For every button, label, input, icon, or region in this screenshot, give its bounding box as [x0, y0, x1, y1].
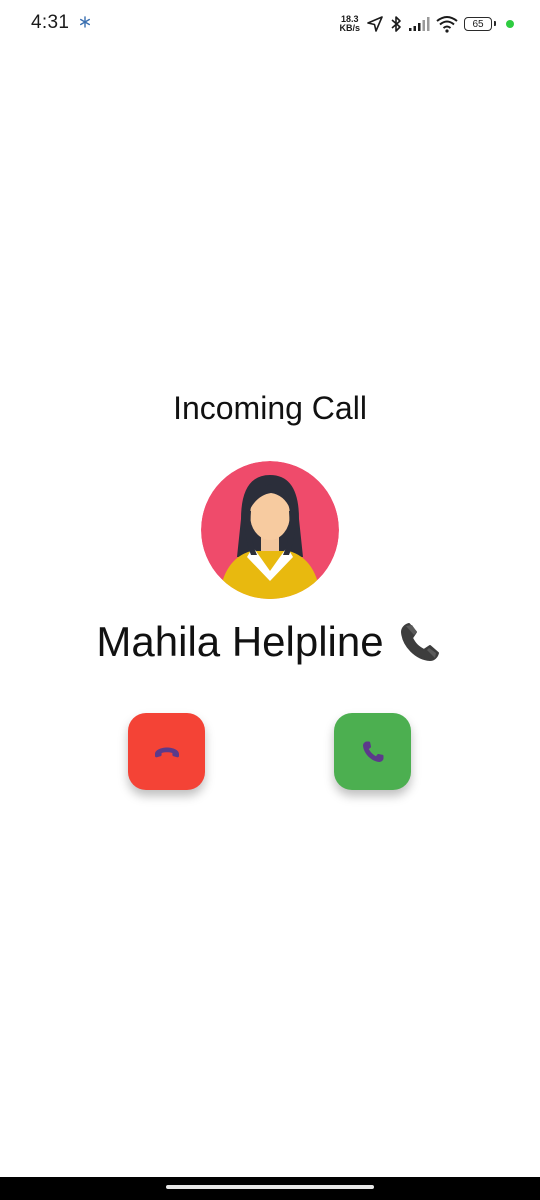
status-icons: 18.3 KB/s 65	[339, 12, 514, 36]
decline-call-button[interactable]	[128, 713, 205, 790]
battery-icon: 65	[464, 17, 496, 31]
hang-up-icon	[154, 747, 179, 757]
incoming-call-screen: 4:31 18.3 KB/s 65 Incoming Call Mahila H…	[0, 0, 540, 1200]
telephone-receiver-icon	[400, 623, 439, 661]
caller-name-row: Mahila Helpline	[0, 618, 540, 666]
home-gesture-handle[interactable]	[166, 1185, 374, 1189]
call-title: Incoming Call	[173, 390, 367, 426]
battery-level: 65	[472, 18, 484, 30]
bluetooth-icon	[391, 16, 401, 32]
navigation-bar	[0, 1177, 540, 1200]
status-time: 4:31	[31, 12, 70, 33]
wifi-icon	[436, 16, 458, 33]
network-speed: 18.3 KB/s	[339, 15, 360, 33]
privacy-indicator-dot	[506, 20, 514, 28]
phone-icon	[362, 741, 383, 762]
caller-name: Mahila Helpline	[96, 618, 384, 665]
location-arrow-icon	[367, 16, 383, 32]
accept-call-button[interactable]	[334, 713, 411, 790]
signal-icon	[409, 17, 430, 31]
woman-avatar-icon	[201, 461, 339, 599]
network-speed-unit: KB/s	[339, 23, 360, 33]
status-bar: 4:31 18.3 KB/s 65	[0, 0, 540, 48]
snowflake-icon	[80, 16, 91, 28]
